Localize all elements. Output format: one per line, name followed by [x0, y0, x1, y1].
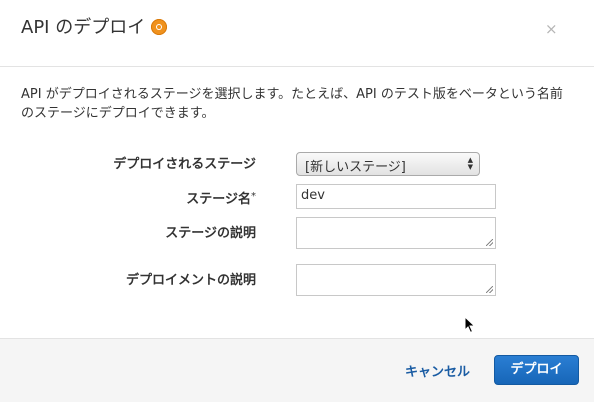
resize-handle-icon[interactable] — [486, 239, 493, 246]
deploy-button[interactable]: デプロイ — [494, 355, 579, 385]
mouse-cursor-icon — [464, 316, 476, 334]
dialog-title: API のデプロイ — [21, 15, 168, 41]
stage-select[interactable]: [新しいステージ] ▲ ▼ — [296, 152, 480, 176]
deployment-description-label: デプロイメントの説明 — [125, 273, 256, 288]
select-arrows-icon: ▲ ▼ — [467, 156, 473, 171]
stage-name-label-text: ステージ名 — [186, 192, 251, 207]
stage-description-label: ステージの説明 — [165, 226, 256, 241]
stage-name-input[interactable]: dev — [296, 184, 496, 209]
stage-label: デプロイされるステージ — [113, 157, 256, 172]
dialog-description: API がデプロイされるステージを選択します。たとえば、API のテスト版をベー… — [21, 87, 563, 121]
dialog-header: API のデプロイ × — [0, 0, 594, 67]
stage-description-textarea[interactable] — [296, 217, 496, 249]
stage-name-label: ステージ名* — [186, 188, 256, 207]
cancel-button[interactable]: キャンセル — [405, 361, 470, 380]
dialog-footer: キャンセル デプロイ — [0, 338, 594, 402]
resize-handle-icon[interactable] — [486, 286, 493, 293]
deployment-description-textarea[interactable] — [296, 264, 496, 296]
dialog-title-text: API のデプロイ — [21, 17, 146, 38]
stage-select-value: [新しいステージ] — [305, 160, 406, 175]
close-icon[interactable]: × — [545, 20, 558, 38]
deploy-api-dialog: API のデプロイ × API がデプロイされるステージを選択します。たとえば、… — [0, 0, 594, 402]
info-icon[interactable] — [151, 19, 168, 35]
required-mark: * — [251, 191, 256, 202]
